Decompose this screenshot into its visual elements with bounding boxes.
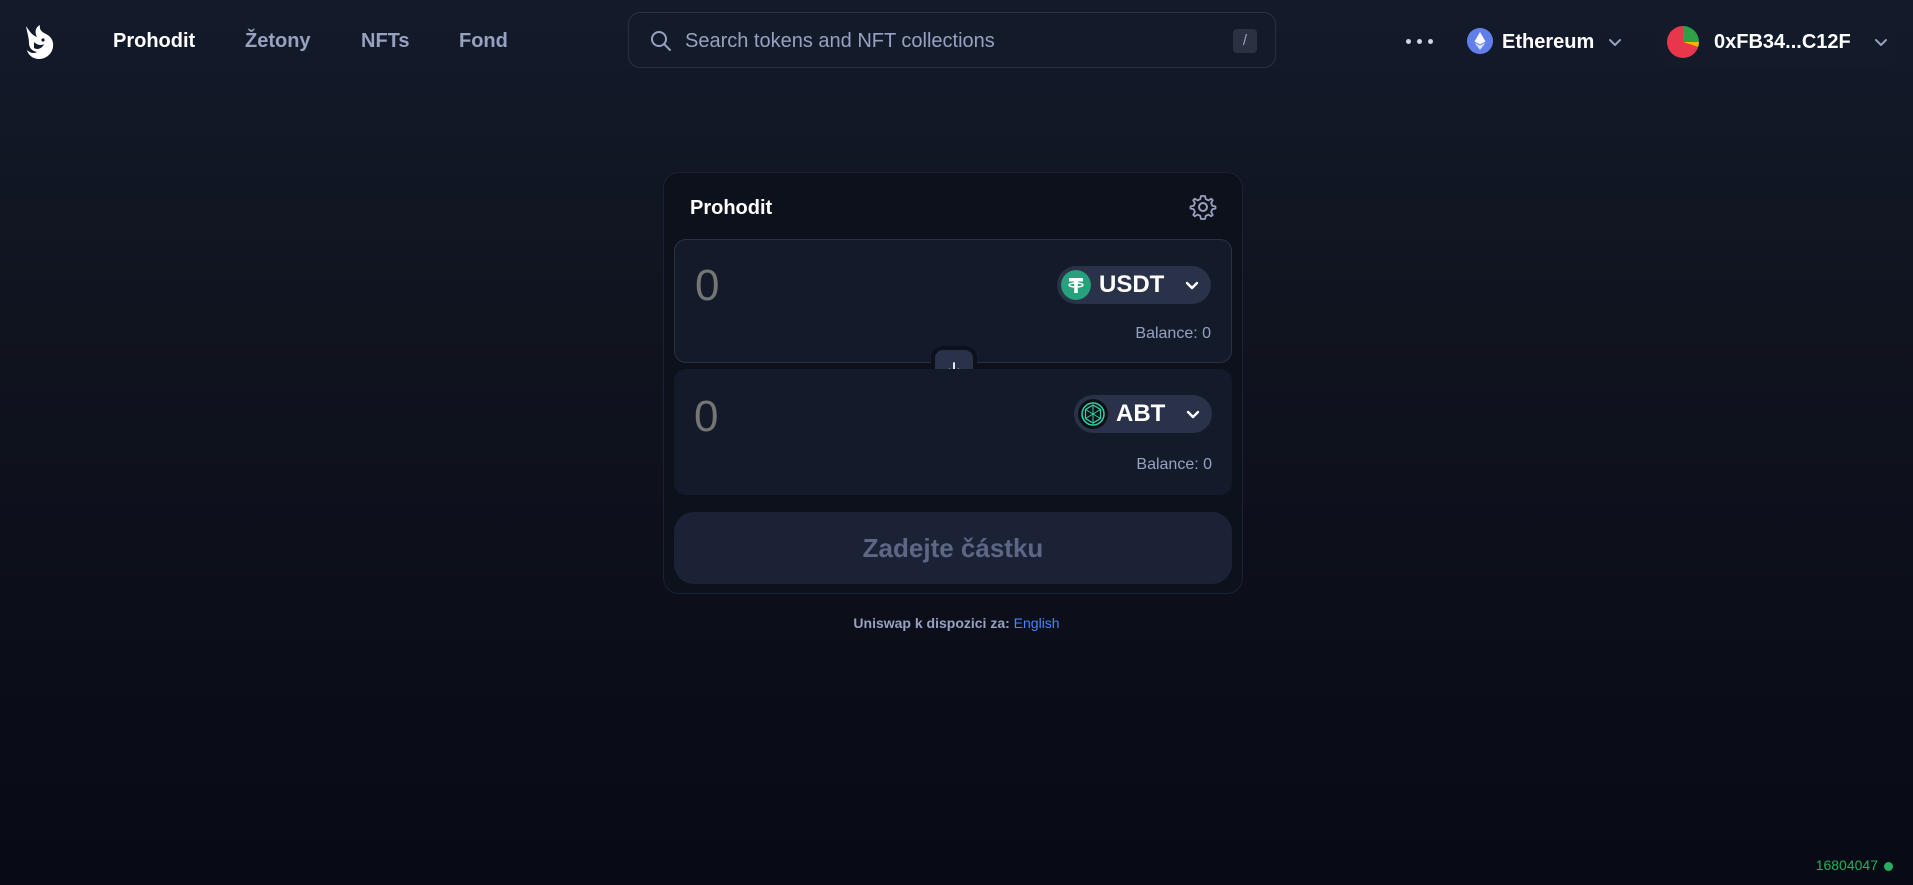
swap-title: Prohodit: [690, 197, 773, 219]
sell-token-selector[interactable]: USDT: [1057, 266, 1211, 304]
nav-link-pool[interactable]: Fond: [459, 28, 508, 54]
language-link-english[interactable]: English: [1014, 615, 1060, 631]
chevron-down-icon: [1185, 281, 1199, 290]
top-nav: Prohodit Žetony NFTs Fond Search tokens …: [0, 0, 1913, 84]
status-dot-icon: [1884, 861, 1893, 871]
abt-token-icon: [1078, 399, 1108, 429]
wallet-avatar: [1667, 26, 1699, 58]
network-selector[interactable]: Ethereum: [1460, 24, 1630, 60]
tether-icon: [1061, 270, 1091, 300]
buy-token-panel: ABT Balance: 0: [674, 369, 1232, 495]
enter-amount-button[interactable]: Zadejte částku: [674, 512, 1232, 584]
search-shortcut-hint: /: [1233, 29, 1257, 53]
sell-token-panel: USDT Balance: 0: [674, 239, 1232, 363]
more-options-button[interactable]: [1404, 28, 1436, 54]
sell-token-balance: Balance: 0: [1135, 325, 1211, 342]
buy-amount-input[interactable]: [694, 393, 944, 441]
search-placeholder: Search tokens and NFT collections: [685, 30, 995, 52]
buy-token-selector[interactable]: ABT: [1074, 395, 1212, 433]
language-notice-text: Uniswap k dispozici za:: [853, 615, 1010, 631]
sell-amount-input[interactable]: [695, 262, 945, 310]
ellipsis-dot: [1428, 39, 1433, 44]
account-address: 0xFB34...C12F: [1714, 31, 1851, 53]
block-number: 16804047: [1815, 857, 1878, 873]
search-icon: [651, 31, 671, 51]
language-notice: Uniswap k dispozici za: English: [0, 614, 1913, 632]
search-bar[interactable]: Search tokens and NFT collections /: [628, 12, 1276, 68]
buy-token-symbol: ABT: [1116, 400, 1166, 427]
ellipsis-dot: [1417, 39, 1422, 44]
nav-link-nfts[interactable]: NFTs: [361, 28, 410, 54]
nav-link-swap[interactable]: Prohodit: [113, 28, 195, 54]
chevron-down-icon: [1186, 410, 1200, 419]
block-number-indicator[interactable]: 16804047: [1816, 856, 1893, 874]
chevron-down-icon: [1875, 39, 1887, 46]
ethereum-icon: [1467, 28, 1493, 54]
chevron-down-icon: [1609, 39, 1621, 46]
gear-icon[interactable]: [1189, 193, 1217, 221]
network-label: Ethereum: [1502, 31, 1595, 53]
ellipsis-icon: [1406, 39, 1411, 44]
sell-token-symbol: USDT: [1099, 271, 1165, 298]
account-button[interactable]: 0xFB34...C12F: [1658, 16, 1898, 68]
nav-link-tokens[interactable]: Žetony: [245, 28, 311, 54]
uniswap-logo-icon[interactable]: [20, 22, 58, 62]
swap-card: Prohodit USDT Balance: 0: [663, 172, 1243, 594]
buy-token-balance: Balance: 0: [1136, 456, 1212, 473]
